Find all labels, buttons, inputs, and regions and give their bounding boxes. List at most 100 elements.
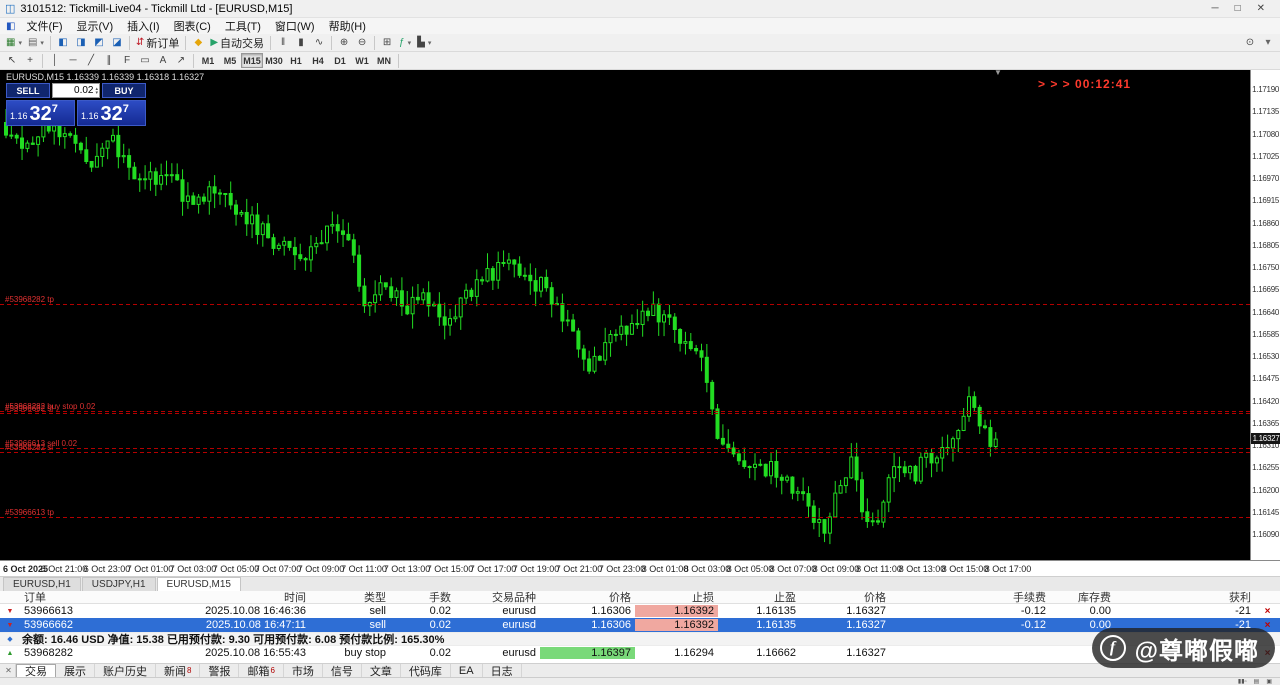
order-level-label[interactable]: #53966613 tp bbox=[5, 508, 54, 517]
customize-toolbar-icon[interactable]: ▾ bbox=[1259, 35, 1277, 51]
column-header-price[interactable]: 价格 bbox=[540, 591, 635, 605]
price-axis[interactable]: 1.171901.171351.170801.170251.169701.169… bbox=[1250, 70, 1280, 560]
tile-windows-icon[interactable]: ⊞ bbox=[378, 35, 396, 51]
menu-charts[interactable]: 图表(C) bbox=[167, 17, 218, 35]
toolbox-tab-history[interactable]: 账户历史 bbox=[95, 664, 156, 677]
zoom-in-icon[interactable]: ⊕ bbox=[335, 35, 353, 51]
sell-button[interactable]: SELL bbox=[6, 83, 50, 98]
toolbox-tab-experts[interactable]: EA bbox=[451, 664, 483, 677]
toolbox-tab-articles[interactable]: 文章 bbox=[362, 664, 401, 677]
period-h1-button[interactable]: H1 bbox=[285, 53, 307, 68]
period-d1-button[interactable]: D1 bbox=[329, 53, 351, 68]
shapes-icon[interactable]: ▭ bbox=[136, 53, 154, 69]
menu-help[interactable]: 帮助(H) bbox=[322, 17, 373, 35]
market-watch-icon[interactable]: ◧ bbox=[54, 35, 72, 51]
order-level-line[interactable] bbox=[0, 517, 1250, 518]
order-level-label[interactable]: #53968282 tp bbox=[5, 295, 54, 304]
menu-insert[interactable]: 插入(I) bbox=[120, 17, 166, 35]
profiles-icon[interactable]: ▤▾ bbox=[25, 35, 47, 51]
minimize-button[interactable]: ─ bbox=[1211, 3, 1218, 14]
order-level-label[interactable]: #53968282 buy stop 0.02 bbox=[5, 402, 95, 411]
menu-view[interactable]: 显示(V) bbox=[70, 17, 121, 35]
new-order-button[interactable]: ⇵新订单 bbox=[133, 35, 182, 51]
toolbox-tab-codebase[interactable]: 代码库 bbox=[401, 664, 451, 677]
order-level-line[interactable] bbox=[0, 448, 1250, 449]
chart-shift-marker-icon[interactable]: ▼ bbox=[994, 70, 1002, 77]
toolbox-tab-exposure[interactable]: 展示 bbox=[56, 664, 95, 677]
text-label-icon[interactable]: A bbox=[154, 53, 172, 69]
indicators-icon[interactable]: ƒ▾ bbox=[396, 35, 414, 51]
trendline-icon[interactable]: ╱ bbox=[82, 53, 100, 69]
horizontal-line-icon[interactable]: ─ bbox=[64, 53, 82, 69]
toolbox-tab-alerts[interactable]: 警报 bbox=[200, 664, 239, 677]
volume-down-icon[interactable]: ▾ bbox=[95, 91, 98, 95]
column-header-sl[interactable]: 止损 bbox=[635, 591, 718, 605]
toolbox-tab-trade[interactable]: 交易 bbox=[16, 664, 56, 677]
chart-tab-eurusd-m15[interactable]: EURUSD,M15 bbox=[157, 577, 241, 591]
chart-tab-eurusd-h1[interactable]: EURUSD,H1 bbox=[3, 577, 81, 591]
order-row[interactable]: ▼539666132025.10.08 16:46:36sell0.02euru… bbox=[0, 604, 1280, 618]
menu-window[interactable]: 窗口(W) bbox=[268, 17, 322, 35]
chart-tab-usdjpy-h1[interactable]: USDJPY,H1 bbox=[82, 577, 156, 591]
toolbox-tab-mailbox[interactable]: 邮箱6 bbox=[239, 664, 283, 677]
time-axis[interactable]: 6 Oct 20256 Oct 21:006 Oct 23:007 Oct 01… bbox=[0, 560, 1280, 576]
metaeditor-icon[interactable]: ◆ bbox=[189, 35, 207, 51]
buy-price-display[interactable]: 1.16327 bbox=[77, 100, 146, 126]
order-level-line[interactable] bbox=[0, 304, 1250, 305]
close-button[interactable]: ✕ bbox=[1257, 3, 1265, 14]
volume-spinner[interactable]: ▴ ▾ bbox=[95, 87, 98, 95]
vertical-line-icon[interactable]: │ bbox=[46, 53, 64, 69]
period-m1-button[interactable]: M1 bbox=[197, 53, 219, 68]
period-m15-button[interactable]: M15 bbox=[241, 53, 263, 68]
toolbox-icon[interactable]: ◪ bbox=[108, 35, 126, 51]
sell-price-display[interactable]: 1.16327 bbox=[6, 100, 75, 126]
column-header-time[interactable]: 时间 bbox=[105, 591, 310, 605]
toolbox-tab-market[interactable]: 市场 bbox=[284, 664, 323, 677]
zoom-out-icon[interactable]: ⊖ bbox=[353, 35, 371, 51]
column-header-swap[interactable]: 库存费 bbox=[1050, 591, 1115, 605]
period-m5-button[interactable]: M5 bbox=[219, 53, 241, 68]
column-header-price2[interactable]: 价格 bbox=[800, 591, 890, 605]
order-level-line[interactable] bbox=[0, 452, 1250, 453]
column-header-volume[interactable]: 手数 bbox=[390, 591, 455, 605]
order-level-line[interactable] bbox=[0, 411, 1250, 412]
buy-button[interactable]: BUY bbox=[102, 83, 146, 98]
column-header-type[interactable]: 类型 bbox=[310, 591, 390, 605]
column-header-commission[interactable]: 手续费 bbox=[890, 591, 1050, 605]
chart-area[interactable]: #53968282 tp#53966662 sl#53968282 buy st… bbox=[0, 70, 1250, 560]
new-chart-icon[interactable]: ▦▾ bbox=[3, 35, 25, 51]
toolbox-tab-signals[interactable]: 信号 bbox=[323, 664, 362, 677]
column-header-tp[interactable]: 止盈 bbox=[718, 591, 800, 605]
column-header-profit[interactable]: 获利 bbox=[1115, 591, 1255, 605]
order-row[interactable]: ▲539682822025.10.08 16:55:43buy stop0.02… bbox=[0, 646, 1280, 660]
toolbox-tab-journal[interactable]: 日志 bbox=[483, 664, 522, 677]
volume-input[interactable]: 0.02 ▴ ▾ bbox=[52, 83, 100, 98]
toolbox-close-icon[interactable]: ✕ bbox=[2, 664, 16, 677]
chart-line-icon[interactable]: ∿ bbox=[310, 35, 328, 51]
period-m30-button[interactable]: M30 bbox=[263, 53, 285, 68]
chart-bars-icon[interactable]: ‖ bbox=[274, 35, 292, 51]
period-w1-button[interactable]: W1 bbox=[351, 53, 373, 68]
account-summary-row[interactable]: ◆余额: 16.46 USD 净值: 15.38 已用预付款: 9.30 可用预… bbox=[0, 632, 1280, 646]
menu-file[interactable]: 文件(F) bbox=[19, 17, 69, 35]
period-h4-button[interactable]: H4 bbox=[307, 53, 329, 68]
search-icon[interactable]: ⊙ bbox=[1241, 35, 1259, 51]
equidistant-channel-icon[interactable]: ∥ bbox=[100, 53, 118, 69]
order-level-label[interactable]: #53968282 sl bbox=[5, 443, 53, 452]
column-header-symbol[interactable]: 交易品种 bbox=[455, 591, 540, 605]
period-mn-button[interactable]: MN bbox=[373, 53, 395, 68]
order-level-line[interactable] bbox=[0, 413, 1250, 414]
navigator-icon[interactable]: ◩ bbox=[90, 35, 108, 51]
fibonacci-icon[interactable]: F bbox=[118, 53, 136, 69]
maximize-button[interactable]: □ bbox=[1235, 3, 1241, 14]
order-row[interactable]: ▼539666622025.10.08 16:47:11sell0.02euru… bbox=[0, 618, 1280, 632]
data-window-icon[interactable]: ◨ bbox=[72, 35, 90, 51]
crosshair-icon[interactable]: + bbox=[21, 53, 39, 69]
menu-tools[interactable]: 工具(T) bbox=[218, 17, 268, 35]
auto-trading-button[interactable]: ▶自动交易 bbox=[207, 35, 267, 51]
arrow-objects-icon[interactable]: ↗ bbox=[172, 53, 190, 69]
close-order-button[interactable]: × bbox=[1255, 606, 1280, 617]
column-header-order[interactable]: 订单 bbox=[20, 591, 105, 605]
cursor-icon[interactable]: ↖ bbox=[3, 53, 21, 69]
chart-candles-icon[interactable]: ▮ bbox=[292, 35, 310, 51]
